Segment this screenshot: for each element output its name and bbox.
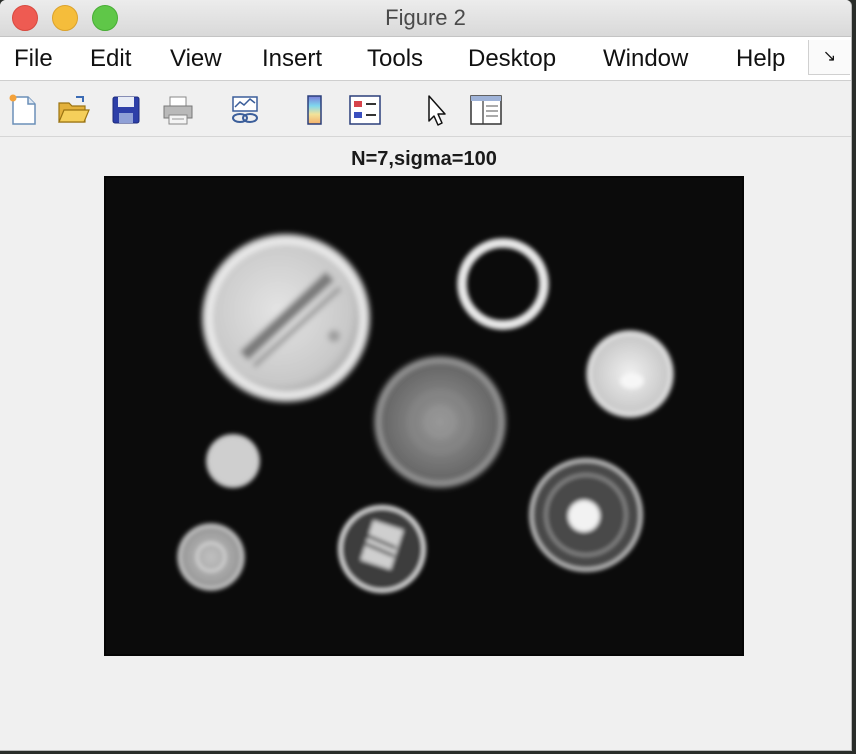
menu-view[interactable]: View <box>170 45 222 73</box>
coin-right <box>586 330 674 418</box>
coin-lower-right <box>529 458 643 572</box>
menu-window[interactable]: Window <box>603 45 688 73</box>
pointer-icon <box>428 95 446 126</box>
pointer-button[interactable] <box>419 93 453 127</box>
window-title: Figure 2 <box>385 5 466 30</box>
link-plot-icon <box>232 96 258 123</box>
coin-small-bright <box>206 434 260 488</box>
menu-overflow-icon: ↘ <box>822 48 837 65</box>
save-icon <box>112 96 140 124</box>
save-button[interactable] <box>109 93 143 127</box>
property-editor-icon <box>470 95 502 125</box>
coins-image <box>104 176 744 656</box>
coin-bottom-left <box>177 523 245 591</box>
colorbar-icon <box>307 95 322 125</box>
menu-insert[interactable]: Insert <box>262 45 322 73</box>
legend-button[interactable] <box>348 93 382 127</box>
menu-tools[interactable]: Tools <box>367 45 423 73</box>
new-figure-icon <box>9 94 36 125</box>
menu-file[interactable]: File <box>14 45 53 73</box>
menu-edit[interactable]: Edit <box>90 45 131 73</box>
plot-title: N=7,sigma=100 <box>351 148 497 170</box>
figure-window: Figure 2 File Edit View Insert Tools Des… <box>0 0 852 751</box>
coin-large <box>202 234 370 402</box>
coin-middle <box>374 356 506 488</box>
coin-bottom-middle <box>338 505 426 593</box>
print-icon <box>163 96 193 125</box>
open-file-icon <box>58 96 90 123</box>
print-button[interactable] <box>161 93 195 127</box>
image-axes[interactable] <box>104 176 744 656</box>
colorbar-button[interactable] <box>298 93 332 127</box>
menu-bar: File Edit View Insert Tools Desktop Wind… <box>0 37 851 81</box>
menu-desktop[interactable]: Desktop <box>468 45 556 73</box>
title-bar[interactable]: Figure 2 <box>0 0 851 37</box>
toolbar <box>0 81 851 137</box>
legend-icon <box>349 95 381 125</box>
menu-overflow-button[interactable]: ↘ <box>808 40 850 75</box>
open-file-button[interactable] <box>56 93 90 127</box>
property-editor-button[interactable] <box>469 93 503 127</box>
new-figure-button[interactable] <box>6 93 40 127</box>
menu-help[interactable]: Help <box>736 45 785 73</box>
link-plot-button[interactable] <box>228 93 262 127</box>
